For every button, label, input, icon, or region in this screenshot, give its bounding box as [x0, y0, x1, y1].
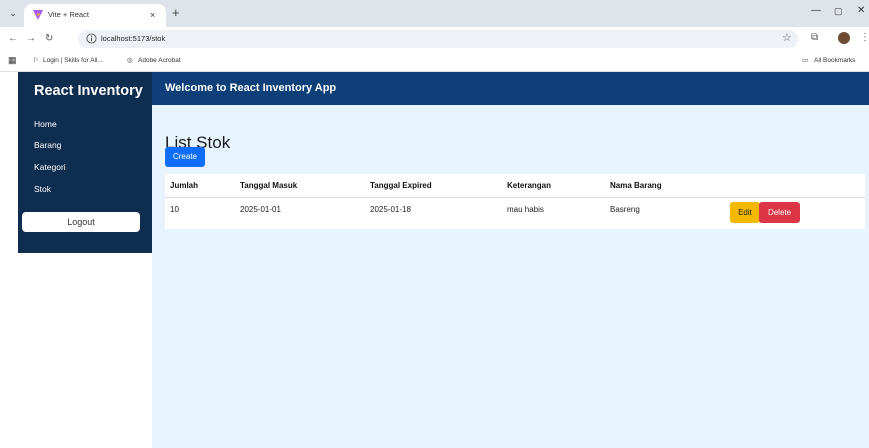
delete-button[interactable]: Delete [759, 202, 800, 223]
window-close-icon[interactable]: ✕ [857, 5, 865, 16]
browser-menu-icon[interactable]: ⋮ [860, 32, 869, 43]
browser-tab[interactable]: Vite + React × [24, 4, 166, 27]
column-header-tanggal-expired: Tanggal Expired [370, 181, 432, 190]
cell-nama-barang: Basreng [610, 205, 640, 214]
cell-tanggal-expired: 2025-01-18 [370, 205, 411, 214]
sidebar-item-kategori[interactable]: Kategori [34, 161, 66, 173]
logout-button[interactable]: Logout [22, 212, 140, 232]
address-bar[interactable]: localhost:5173/stok [78, 30, 798, 48]
tab-close-icon[interactable]: × [150, 9, 155, 21]
cell-tanggal-masuk: 2025-01-01 [240, 205, 281, 214]
tab-list-chevron-icon[interactable]: ⌄ [6, 6, 20, 20]
bookmark-adobe-icon: ◎ [127, 57, 133, 64]
sidebar-item-home[interactable]: Home [34, 118, 57, 130]
bookmark-login[interactable]: Login | Skills for All... [43, 55, 103, 67]
column-header-nama-barang: Nama Barang [610, 181, 662, 190]
reload-icon[interactable]: ↻ [45, 32, 53, 46]
column-header-jumlah: Jumlah [170, 181, 199, 190]
cell-jumlah: 10 [170, 205, 179, 214]
app-header: Welcome to React Inventory App [152, 72, 869, 105]
profile-avatar[interactable] [838, 32, 850, 44]
cell-keterangan: mau habis [507, 205, 544, 214]
vite-logo-icon [33, 10, 43, 20]
header-title: Welcome to React Inventory App [165, 82, 337, 94]
sidebar-brand: React Inventory [34, 83, 143, 99]
back-icon[interactable]: ← [8, 32, 18, 46]
folder-icon: ▭ [802, 57, 809, 64]
sidebar-item-stok[interactable]: Stok [34, 183, 51, 195]
edit-button[interactable]: Edit [730, 202, 760, 223]
apps-grid-icon[interactable]: ▦ [8, 54, 17, 66]
all-bookmarks[interactable]: All Bookmarks [814, 55, 856, 67]
create-button[interactable]: Create [165, 147, 205, 167]
window-minimize-icon[interactable]: — [811, 5, 821, 16]
bookmark-login-icon: ⚐ [33, 57, 39, 64]
sidebar: React Inventory Home Barang Kategori Sto… [18, 72, 152, 253]
column-header-keterangan: Keterangan [507, 181, 552, 190]
site-info-icon[interactable] [86, 33, 97, 44]
tab-title: Vite + React [48, 10, 89, 19]
window-maximize-icon[interactable]: ▢ [834, 6, 843, 17]
column-header-tanggal-masuk: Tanggal Masuk [240, 181, 298, 190]
browser-tab-bar: ⌄ Vite + React × + — ▢ ✕ [0, 0, 869, 27]
sidebar-item-barang[interactable]: Barang [34, 139, 61, 151]
table-divider [165, 197, 865, 198]
bookmarks-bar: ▦ ⚐ Login | Skills for All... ◎ Adobe Ac… [0, 51, 869, 72]
browser-toolbar: ← → ↻ localhost:5173/stok ☆ ⧉ ⋮ [0, 27, 869, 51]
extensions-icon[interactable]: ⧉ [811, 32, 818, 43]
bookmark-star-icon[interactable]: ☆ [782, 31, 792, 44]
forward-icon[interactable]: → [26, 32, 36, 46]
bookmark-adobe[interactable]: Adobe Acrobat [138, 55, 181, 67]
main-content: List Stok Create Jumlah Tanggal Masuk Ta… [152, 105, 869, 448]
app-viewport: React Inventory Home Barang Kategori Sto… [0, 72, 869, 448]
new-tab-button[interactable]: + [172, 6, 180, 20]
stok-table: Jumlah Tanggal Masuk Tanggal Expired Ket… [165, 174, 865, 229]
url-text: localhost:5173/stok [101, 34, 166, 43]
